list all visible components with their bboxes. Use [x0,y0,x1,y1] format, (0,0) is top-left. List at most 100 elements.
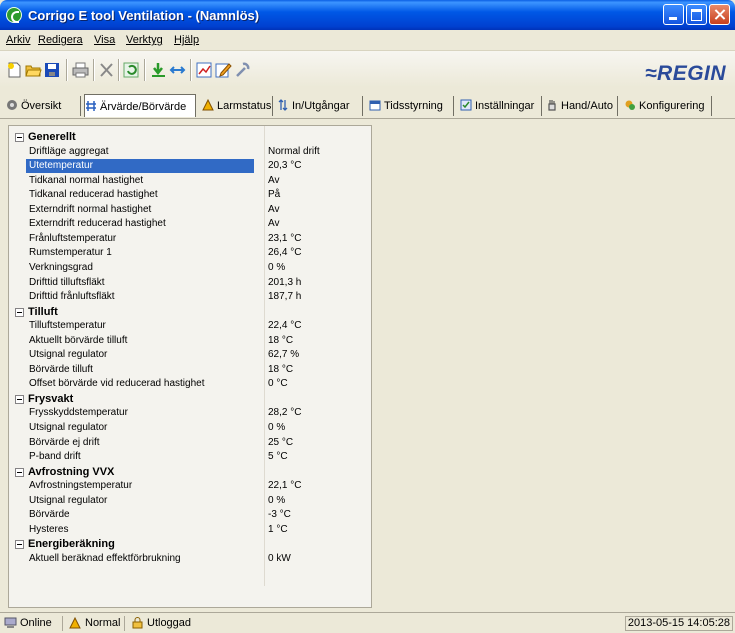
property-row[interactable]: Utsignal regulator 62,7 % [9,348,371,362]
property-label: P-band drift [29,451,81,463]
property-value: 20,3 °C [268,160,302,172]
property-row[interactable]: Hysteres 1 °C [9,523,371,537]
status-bar: Online Normal Utloggad 2013-05-15 14:05:… [0,612,735,633]
property-row[interactable]: Utsignal regulator 0 % [9,421,371,435]
property-row[interactable]: Tidkanal reducerad hastighet På [9,188,371,202]
property-row[interactable]: Frysskyddstemperatur 28,2 °C [9,406,371,420]
setpoint-icon [86,101,96,111]
collapse-icon[interactable] [15,133,24,142]
group-name: Frysvakt [28,392,74,405]
property-row[interactable]: Utetemperatur 20,3 °C [9,159,371,174]
property-row[interactable]: Tilluftstemperatur 22,4 °C [9,319,371,333]
collapse-icon[interactable] [15,540,24,550]
tab-hand-auto[interactable]: Hand/Auto [546,96,618,116]
property-value: 0 °C [268,378,288,390]
property-label: Externdrift normal hastighet [29,203,152,215]
tools-icon[interactable] [234,62,251,78]
tab-larmstatus[interactable]: Larmstatus [202,96,273,116]
property-row[interactable]: Drifttid frånluftsfläkt 187,7 h [9,290,371,304]
tab-arvarde-borvarde[interactable]: Ärvärde/Börvärde [84,94,196,117]
save-icon[interactable] [44,62,61,78]
overview-icon [7,100,17,110]
property-value: 22,4 °C [268,320,302,332]
property-row[interactable]: Aktuell beräknad effektförbrukning 0 kW [9,552,371,566]
toolbar-separator [66,59,68,81]
property-label: Frysskyddstemperatur [29,407,128,419]
menu-bar: Arkiv Redigera Visa Verktyg Hjälp [0,30,735,51]
group-header[interactable]: Generellt [9,130,371,144]
property-label: Driftläge aggregat [29,145,109,157]
property-value: 0 % [268,261,286,273]
group-header[interactable]: Tilluft [9,305,371,319]
property-row[interactable]: Aktuellt börvärde tilluft 18 °C [9,334,371,348]
minimize-button[interactable] [663,4,684,25]
alarm-status: Normal [67,616,125,631]
print-icon[interactable] [72,62,89,78]
property-grid: Generellt Driftläge aggregat Normal drift U… [8,125,372,608]
property-label: Avfrostningstemperatur [29,480,133,492]
collapse-icon[interactable] [15,394,24,404]
new-file-icon[interactable] [6,62,23,78]
property-row[interactable]: Utsignal regulator 0 % [9,494,371,508]
app-icon[interactable] [6,7,22,23]
property-value: -3 °C [268,509,291,521]
edit-icon[interactable] [215,62,232,78]
tab-tidsstyrning[interactable]: Tidsstyrning [369,96,454,116]
property-label: Tidkanal normal hastighet [29,174,144,186]
property-row[interactable]: Offset börvärde vid reducerad hastighet 0… [9,377,371,391]
menu-hjalp[interactable]: Hjälp [174,34,199,46]
property-row[interactable]: P-band drift 5 °C [9,450,371,464]
property-label: Utsignal regulator [29,494,108,506]
menu-verktyg[interactable]: Verktyg [126,34,163,46]
property-value: 22,1 °C [268,480,302,492]
property-row[interactable]: Verkningsgrad 0 % [9,261,371,275]
group-header[interactable]: Energiberäkning [9,537,371,551]
menu-visa[interactable]: Visa [94,34,115,46]
menu-redigera[interactable]: Redigera [38,34,83,46]
property-row[interactable]: Börvärde -3 °C [9,508,371,522]
property-row[interactable]: Börvärde tilluft 18 °C [9,363,371,377]
tab-oversikt[interactable]: Översikt [6,96,81,116]
collapse-icon[interactable] [15,467,24,477]
tab-installningar[interactable]: Inställningar [460,96,542,116]
close-button[interactable] [709,4,730,25]
property-row[interactable]: Drifttid tilluftsfläkt 201,3 h [9,276,371,290]
maximize-button[interactable] [686,4,707,25]
property-label: Drifttid tilluftsfläkt [29,276,105,288]
menu-arkiv[interactable]: Arkiv [6,34,30,46]
refresh-icon[interactable] [123,62,140,78]
group-header[interactable]: Frysvakt [9,392,371,406]
tab-konfigurering[interactable]: Konfigurering [624,96,712,116]
property-label: Aktuellt börvärde tilluft [29,334,128,346]
group-name: Tilluft [28,305,58,318]
tab-in-utgangar[interactable]: In/Utgångar [277,96,363,116]
group-name: Avfrostning VVX [28,465,115,478]
group-header[interactable]: Avfrostning VVX [9,465,371,479]
property-label: Rumstemperatur 1 [29,247,112,259]
property-row[interactable]: Börvärde ej drift 25 °C [9,436,371,450]
property-row[interactable]: Externdrift reducerad hastighet Av [9,217,371,231]
property-value: 18 °C [268,334,294,346]
property-value: 0 % [268,422,286,433]
property-row[interactable]: Rumstemperatur 1 26,4 °C [9,246,371,260]
property-row[interactable]: Tidkanal normal hastighet Av [9,174,371,188]
toolbar-separator [118,59,120,81]
property-row[interactable]: Driftläge aggregat Normal drift [9,145,371,159]
property-label: Tidkanal reducerad hastighet [29,189,158,201]
delete-icon[interactable] [98,62,115,78]
property-value: 28,2 °C [268,407,302,419]
download-icon[interactable] [150,62,167,78]
property-label: Utsignal regulator [29,349,108,361]
property-row[interactable]: Avfrostningstemperatur 22,1 °C [9,479,371,493]
group-name: Generellt [28,131,76,143]
property-row[interactable]: Frånluftstemperatur 23,1 °C [9,232,371,246]
transfer-icon[interactable] [169,62,186,78]
property-label: Tilluftstemperatur [29,320,106,332]
toolbar-separator [190,59,192,81]
open-folder-icon[interactable] [25,62,42,78]
collapse-icon[interactable] [15,307,24,317]
io-icon [278,99,288,111]
property-row[interactable]: Externdrift normal hastighet Av [9,203,371,217]
login-status: Utloggad [129,616,195,631]
chart-icon[interactable] [196,62,213,78]
